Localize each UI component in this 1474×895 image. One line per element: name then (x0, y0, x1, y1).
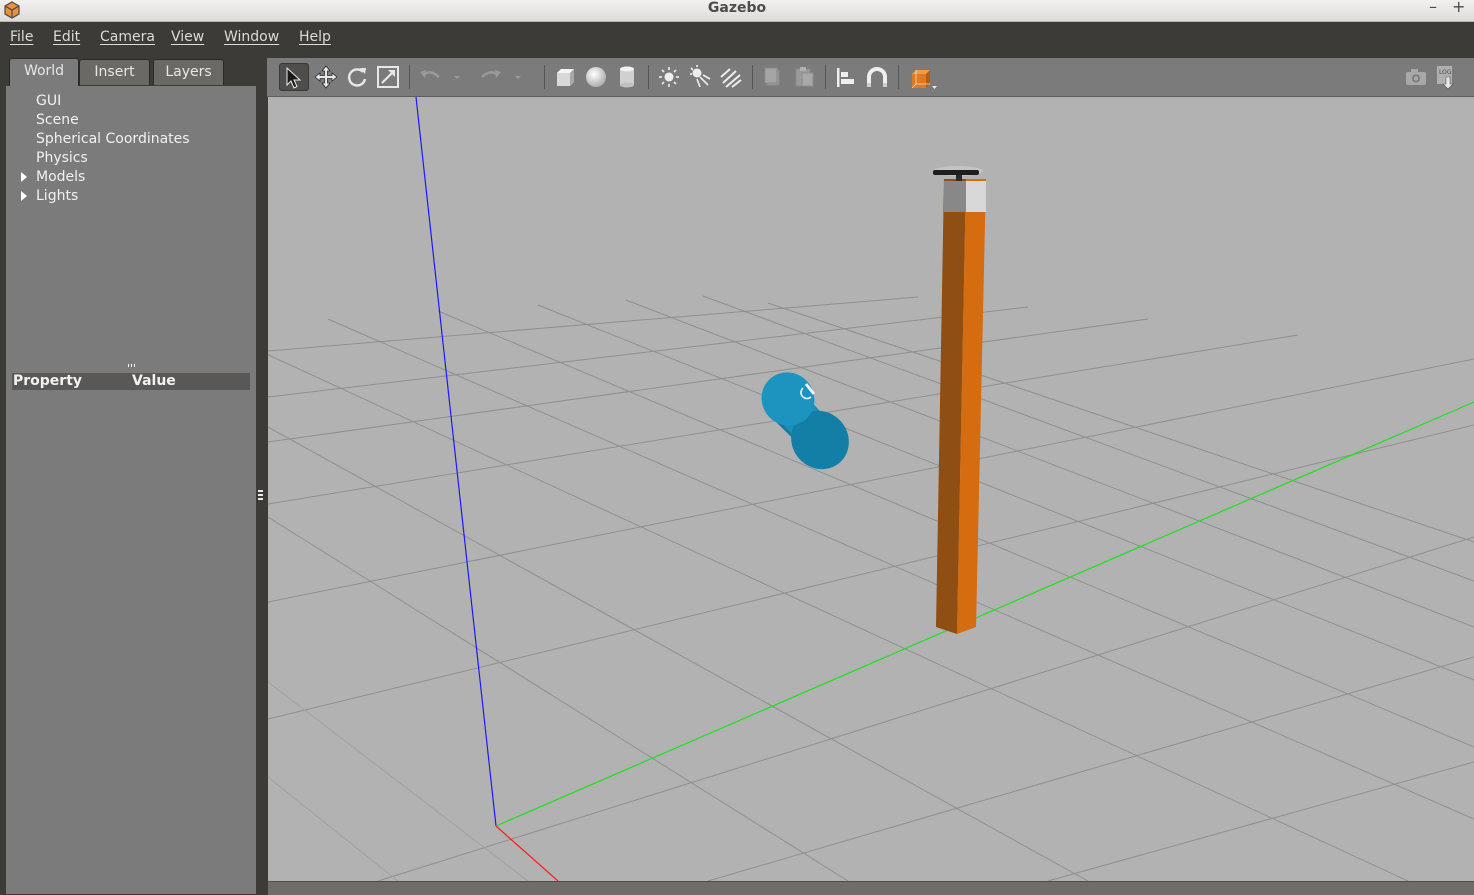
scale-mode-button[interactable] (373, 63, 403, 91)
paste-button[interactable] (789, 63, 819, 91)
property-table-header: Property Value (12, 373, 250, 390)
maximize-button[interactable]: + (1452, 0, 1465, 16)
ground-grid (268, 295, 1474, 881)
spot-light-icon (690, 65, 711, 88)
sphere-icon (586, 67, 606, 87)
cylinder-model[interactable] (751, 362, 861, 481)
directional-light-icon (720, 68, 742, 88)
toolbar: LOG (267, 58, 1474, 97)
toolbar-separator (898, 65, 899, 89)
scene-viewport[interactable] (268, 97, 1474, 881)
viewport-bottom-bar (268, 881, 1474, 895)
copy-icon (764, 67, 780, 86)
insert-spot-light-button[interactable] (685, 63, 715, 91)
toolbar-separator (648, 65, 649, 89)
screenshot-camera-icon (1406, 69, 1426, 85)
insert-point-light-button[interactable] (654, 63, 684, 91)
undo-button[interactable] (415, 63, 445, 91)
toolbar-separator (752, 65, 753, 89)
splitter-handle-icon[interactable] (128, 364, 136, 368)
world-tree-panel: GUI Scene Spherical Coordinates Physics … (6, 86, 256, 894)
window-title: Gazebo (707, 0, 767, 16)
snap-magnet-icon (867, 67, 887, 87)
toolbar-separator (825, 65, 826, 89)
tab-world[interactable]: World (9, 58, 79, 86)
tab-insert[interactable]: Insert (79, 59, 150, 85)
undo-icon (420, 70, 440, 78)
redo-history-icon (515, 76, 521, 79)
axis-z-line (415, 97, 497, 827)
undo-history-button[interactable] (449, 63, 465, 91)
tree-item-gui[interactable]: GUI (36, 92, 61, 110)
toolbar-separator (544, 65, 545, 89)
tab-layers[interactable]: Layers (153, 59, 224, 85)
minimize-button[interactable]: – (1429, 0, 1437, 16)
align-icon (837, 68, 854, 87)
copy-button[interactable] (758, 63, 788, 91)
log-label: LOG (1439, 69, 1452, 76)
translate-icon (314, 65, 338, 89)
rotate-icon (348, 68, 367, 87)
menu-edit[interactable]: Edit (53, 27, 80, 47)
panel-collapse-handle-icon[interactable] (258, 489, 263, 501)
snap-button[interactable] (862, 63, 892, 91)
light-grid-lines (268, 681, 529, 881)
tree-item-scene[interactable]: Scene (36, 111, 79, 129)
insert-sphere-button[interactable] (581, 63, 611, 91)
menu-file[interactable]: File (10, 27, 33, 47)
menu-help[interactable]: Help (299, 27, 331, 47)
redo-history-button[interactable] (510, 63, 526, 91)
box-icon (557, 69, 574, 86)
tree-item-spherical-coordinates[interactable]: Spherical Coordinates (36, 130, 190, 148)
insert-directional-light-button[interactable] (716, 63, 746, 91)
screenshot-button[interactable] (1401, 63, 1431, 91)
redo-button[interactable] (476, 63, 506, 91)
rotate-mode-button[interactable] (342, 63, 372, 91)
left-panel: World Insert Layers GUI Scene Spherical … (6, 58, 257, 894)
tree-item-physics[interactable]: Physics (36, 149, 88, 167)
tree-item-label: Lights (36, 188, 79, 204)
toolbar-separator (409, 65, 410, 89)
select-mode-button[interactable] (279, 63, 309, 91)
view-angle-button[interactable] (904, 63, 942, 91)
window-title-bar: Gazebo – + (0, 0, 1474, 22)
property-column-header[interactable]: Property (13, 373, 82, 390)
cylinder-icon (620, 66, 634, 88)
pole-model[interactable] (933, 166, 986, 634)
log-record-button[interactable]: LOG (1431, 63, 1461, 91)
tree-item-label: Models (36, 169, 86, 185)
menu-camera[interactable]: Camera (100, 27, 155, 47)
scene-canvas[interactable] (268, 97, 1474, 881)
value-column-header[interactable]: Value (132, 373, 176, 390)
align-button[interactable] (831, 63, 861, 91)
menu-bar: File Edit Camera View Window Help (0, 22, 1474, 58)
undo-history-icon (454, 76, 460, 79)
paste-icon (795, 67, 814, 87)
expand-arrow-icon[interactable] (21, 191, 27, 201)
menu-view[interactable]: View (171, 27, 204, 47)
menu-window[interactable]: Window (224, 27, 279, 47)
tree-item-models[interactable]: Models (21, 168, 86, 186)
insert-cylinder-button[interactable] (612, 63, 642, 91)
view-angle-icon (911, 70, 937, 89)
translate-mode-button[interactable] (311, 63, 341, 91)
point-light-icon (659, 67, 679, 87)
select-arrow-icon (286, 66, 302, 89)
log-record-icon: LOG (1437, 66, 1454, 90)
insert-box-button[interactable] (550, 63, 580, 91)
scale-icon (377, 66, 399, 88)
tree-item-lights[interactable]: Lights (21, 187, 79, 205)
axis-y-line (495, 401, 1474, 827)
redo-icon (481, 70, 501, 78)
expand-arrow-icon[interactable] (21, 172, 27, 182)
